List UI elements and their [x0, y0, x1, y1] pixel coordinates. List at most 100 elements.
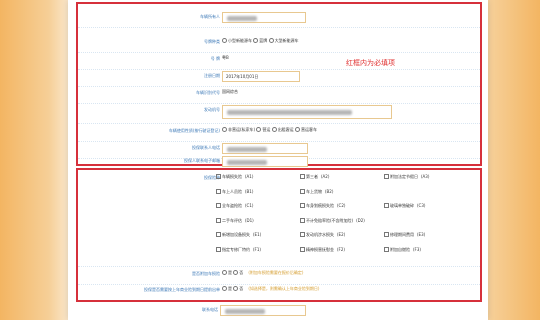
insurance-item[interactable]: 附加自燃险 (F3) — [384, 246, 421, 253]
insurance-checkbox[interactable] — [300, 246, 305, 252]
renew-yes: 是 — [228, 286, 232, 291]
usage-option-2: 营运 — [262, 127, 271, 132]
vehicle-loss-yes-radio[interactable] — [222, 270, 227, 275]
regdate-label: 注册日期 — [204, 73, 220, 78]
insurance-item-label: 车辆损失险 — [222, 174, 242, 179]
regdate-input[interactable]: 2017年10月01日 — [222, 71, 300, 82]
insurance-item-label: 精神损害抚慰金 — [306, 246, 334, 252]
insurance-item-label: 附加自燃险 — [390, 246, 410, 252]
insurance-item-code: (B2) — [325, 188, 334, 194]
renew-no-radio[interactable] — [233, 286, 239, 291]
insurance-grid: 车辆损失险 (A1) 第三者 (A2) 附加法定节假日 (A3) 车上人员险 (B1) 车上货物… — [216, 174, 478, 262]
required-note: 红框内为必填项 — [346, 59, 395, 67]
insurance-checkbox[interactable] — [216, 203, 221, 208]
insurance-checkbox[interactable] — [300, 203, 305, 208]
insurance-item-code: (A3) — [421, 174, 430, 179]
insurance-item-label: 车上人员险 — [222, 188, 242, 194]
insurance-checkbox[interactable] — [216, 232, 221, 237]
insurance-checkbox[interactable] — [384, 203, 389, 208]
insurance-item[interactable]: 不计免赔率险(不含附加险) (D2) — [300, 217, 365, 224]
insurance-item-code: (E1) — [253, 232, 262, 237]
owner-input[interactable] — [222, 12, 306, 23]
contact-label: 投保联系人电话 — [192, 145, 220, 150]
row-vin: 车辆识别代号 国网综合 — [78, 86, 480, 104]
regdate-value: 2017年10月01日 — [226, 74, 259, 79]
row-platetype: 号牌种类 小型新能源车 蓝牌 大型新能源车 — [78, 35, 480, 53]
insurance-item[interactable]: 新增加设备损失 (E1) — [216, 232, 261, 238]
contact-input[interactable] — [222, 143, 308, 154]
insurance-item-label: 发动机涉水损失 — [306, 232, 334, 237]
insurance-item-label: 二手车评估 — [222, 217, 242, 223]
vehicle-loss-tip: (附加车损险需要在报价后确定) — [248, 270, 304, 275]
usage-radio-3[interactable] — [271, 127, 277, 132]
insurance-item-code: (E2) — [337, 232, 346, 237]
renew-tip: (如选择是，则需确认上年商业险到期日) — [248, 286, 320, 291]
insurance-item[interactable]: 车辆损失险 (A1) — [216, 174, 253, 180]
insurance-item-code: (D1) — [245, 217, 254, 223]
platetype-radio-3[interactable] — [268, 38, 274, 43]
insurance-item-code: (D2) — [356, 217, 365, 223]
phone-label: 联系电话 — [202, 307, 218, 312]
usage-radio-4[interactable] — [294, 127, 300, 132]
vin-value[interactable]: 国网综合 — [222, 89, 238, 95]
row-renew: 投保是否需要按上年商业险到期日提前出单 是 否 (如选择是，则需确认上年商业险到… — [78, 283, 480, 300]
platenum-label: 号 牌 — [210, 56, 220, 61]
form-page: 车辆所有人 号牌种类 小型新能源车 蓝牌 大型新能源车 号 牌 粤B 注册日期 … — [68, 0, 488, 320]
vehicle-loss-yes: 是 — [228, 270, 232, 275]
insurance-item[interactable]: 车上人员险 (B1) — [216, 188, 254, 195]
insurance-checkbox[interactable] — [300, 188, 305, 194]
insurance-item[interactable]: 修理期间费用 (E3) — [384, 232, 425, 238]
insurance-item[interactable]: 车上货物 (B2) — [300, 188, 334, 195]
renew-yes-radio[interactable] — [222, 286, 227, 291]
renew-no: 否 — [239, 286, 244, 291]
email-input[interactable] — [222, 156, 308, 167]
insurance-item-code: (C1) — [245, 203, 254, 208]
insurance-item-code: (C2) — [337, 203, 346, 208]
insurance-item[interactable]: 发动机涉水损失 (E2) — [300, 232, 345, 238]
usage-radio-2[interactable] — [256, 127, 262, 132]
insurance-checkbox[interactable] — [216, 246, 221, 252]
insurance-checkbox[interactable] — [300, 232, 305, 237]
usage-radio-1[interactable] — [222, 127, 227, 132]
platetype-option-1: 小型新能源车 — [228, 38, 252, 43]
insurance-checkbox[interactable] — [384, 246, 389, 252]
insurance-item-label: 新增加设备损失 — [222, 232, 250, 237]
phone-input[interactable] — [220, 305, 306, 316]
insurance-item[interactable]: 指定专修厂特约 (F1) — [216, 246, 261, 253]
required-section: 车辆所有人 号牌种类 小型新能源车 蓝牌 大型新能源车 号 牌 粤B 注册日期 … — [76, 2, 482, 167]
insurance-checkbox[interactable] — [384, 232, 389, 237]
insurance-checkbox[interactable] — [300, 217, 305, 223]
usage-label: 车辆使用性质(按行驶证登记) — [168, 128, 220, 133]
insurance-item-label: 车身划痕损失险 — [306, 203, 334, 208]
insurance-item-label: 指定专修厂特约 — [222, 246, 250, 252]
insurance-item[interactable]: 玻璃单独破碎 (C3) — [384, 203, 425, 209]
insurance-item-code: (A1) — [245, 174, 254, 179]
platetype-radio-2[interactable] — [253, 38, 259, 43]
insurance-checkbox[interactable] — [216, 217, 221, 223]
insurance-section: 投保险种 车辆损失险 (A1) 第三者 (A2) 附加法定节假日 (A3) 车上人员险 (B1… — [76, 168, 482, 302]
row-regdate: 注册日期 2017年10月01日 — [78, 69, 480, 87]
vehicle-loss-no-radio[interactable] — [233, 270, 239, 275]
insurance-item[interactable]: 车身划痕损失险 (C2) — [300, 203, 345, 209]
usage-option-1: 非营运(私家车) — [228, 127, 256, 132]
renew-label: 投保是否需要按上年商业险到期日提前出单 — [144, 287, 220, 292]
insurance-checkbox[interactable] — [216, 174, 221, 179]
platetype-radio-1[interactable] — [222, 38, 227, 43]
row-phone: 联系电话 — [76, 303, 482, 320]
insurance-checkbox[interactable] — [384, 174, 389, 179]
insurance-item[interactable]: 精神损害抚慰金 (F2) — [300, 246, 345, 253]
vehicle-loss-label: 是否附加车损险 — [192, 271, 220, 276]
platenum-value[interactable]: 粤B — [222, 55, 229, 61]
insurance-checkbox[interactable] — [216, 188, 221, 194]
insurance-item[interactable]: 附加法定节假日 (A3) — [384, 174, 429, 180]
insurance-checkbox[interactable] — [300, 174, 305, 179]
insurance-item[interactable]: 二手车评估 (D1) — [216, 217, 254, 224]
insurance-item-label: 全车盗抢险 — [222, 203, 242, 208]
insurance-item[interactable]: 全车盗抢险 (C1) — [216, 203, 253, 209]
insurance-item-code: (B1) — [245, 188, 254, 194]
insurance-item-code: (F1) — [253, 246, 261, 252]
insurance-item[interactable]: 第三者 (A2) — [300, 174, 329, 180]
engine-input[interactable] — [222, 105, 392, 119]
usage-option-4: 营运客车 — [300, 127, 317, 132]
owner-label: 车辆所有人 — [200, 14, 220, 19]
